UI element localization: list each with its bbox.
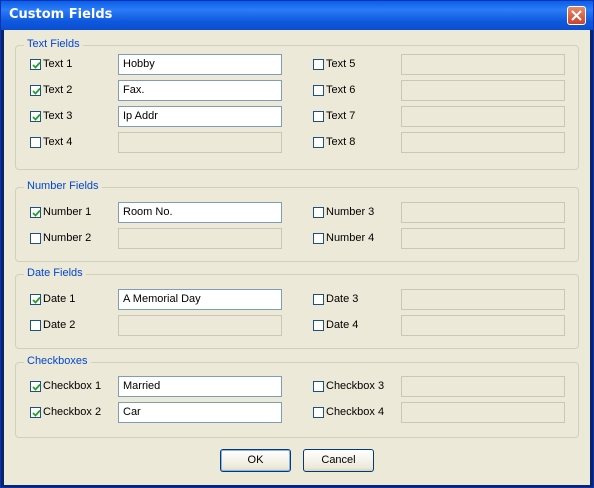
checkbox-text-7[interactable] [313,111,324,122]
field-label[interactable]: Text 2 [43,84,72,96]
group-title: Checkboxes [24,355,91,367]
check-icon [32,209,41,217]
field-name-input[interactable] [401,54,565,75]
checkbox-date-1[interactable] [30,294,41,305]
field-label[interactable]: Checkbox 3 [326,380,384,392]
checkbox-number-4[interactable] [313,233,324,244]
checkbox-text-2[interactable] [30,85,41,96]
close-button[interactable] [567,6,586,25]
close-icon [571,10,582,21]
field-name-input[interactable]: Car [118,402,282,423]
checkbox-date-2[interactable] [30,320,41,331]
checkbox-text-8[interactable] [313,137,324,148]
check-icon [32,383,41,391]
check-icon [32,409,41,417]
field-name-input[interactable]: Married [118,376,282,397]
field-label[interactable]: Text 6 [326,84,355,96]
check-icon [32,113,41,121]
group-title: Date Fields [24,267,86,279]
check-icon [32,61,41,69]
group-title: Number Fields [24,180,102,192]
field-name-input[interactable] [401,315,565,336]
custom-fields-dialog: Custom Fields Text Fields Number Fields … [0,0,594,488]
field-name-input[interactable]: Hobby [118,54,282,75]
field-name-input[interactable]: Fax. [118,80,282,101]
field-label[interactable]: Number 2 [43,232,91,244]
checkbox-number-1[interactable] [30,207,41,218]
group-date-fields: Date Fields [15,267,579,349]
window-title: Custom Fields [9,7,113,22]
field-name-input[interactable] [401,402,565,423]
field-name-input[interactable] [401,132,565,153]
checkbox-checkbox-1[interactable] [30,381,41,392]
checkbox-number-3[interactable] [313,207,324,218]
checkbox-date-4[interactable] [313,320,324,331]
group-number-fields: Number Fields [15,180,579,262]
ok-button[interactable]: OK [220,449,291,472]
field-name-input[interactable]: Ip Addr [118,106,282,127]
cancel-button[interactable]: Cancel [303,449,374,472]
field-label[interactable]: Date 2 [43,319,75,331]
field-label[interactable]: Number 3 [326,206,374,218]
checkbox-text-3[interactable] [30,111,41,122]
field-name-input[interactable] [118,132,282,153]
field-label[interactable]: Text 5 [326,58,355,70]
field-name-input[interactable] [401,80,565,101]
field-label[interactable]: Date 3 [326,293,358,305]
field-label[interactable]: Checkbox 2 [43,406,101,418]
field-name-input[interactable] [118,315,282,336]
field-label[interactable]: Number 1 [43,206,91,218]
checkbox-text-6[interactable] [313,85,324,96]
field-label[interactable]: Text 3 [43,110,72,122]
field-label[interactable]: Text 1 [43,58,72,70]
title-bar[interactable]: Custom Fields [1,1,593,30]
group-title: Text Fields [24,38,83,50]
field-name-input[interactable]: A Memorial Day [118,289,282,310]
field-label[interactable]: Checkbox 4 [326,406,384,418]
group-checkboxes: Checkboxes [15,355,579,438]
field-name-input[interactable] [401,228,565,249]
dialog-body: Text Fields Number Fields Date Fields Ch… [4,30,590,485]
checkbox-checkbox-2[interactable] [30,407,41,418]
field-name-input[interactable] [401,289,565,310]
field-label[interactable]: Checkbox 1 [43,380,101,392]
field-label[interactable]: Date 1 [43,293,75,305]
field-label[interactable]: Text 7 [326,110,355,122]
field-label[interactable]: Text 8 [326,136,355,148]
field-label[interactable]: Date 4 [326,319,358,331]
field-label[interactable]: Text 4 [43,136,72,148]
field-label[interactable]: Number 4 [326,232,374,244]
field-name-input[interactable]: Room No. [118,202,282,223]
field-name-input[interactable] [401,376,565,397]
checkbox-number-2[interactable] [30,233,41,244]
check-icon [32,296,41,304]
checkbox-date-3[interactable] [313,294,324,305]
checkbox-text-5[interactable] [313,59,324,70]
checkbox-text-4[interactable] [30,137,41,148]
field-name-input[interactable] [401,106,565,127]
checkbox-checkbox-4[interactable] [313,407,324,418]
check-icon [32,87,41,95]
field-name-input[interactable] [118,228,282,249]
checkbox-checkbox-3[interactable] [313,381,324,392]
checkbox-text-1[interactable] [30,59,41,70]
field-name-input[interactable] [401,202,565,223]
